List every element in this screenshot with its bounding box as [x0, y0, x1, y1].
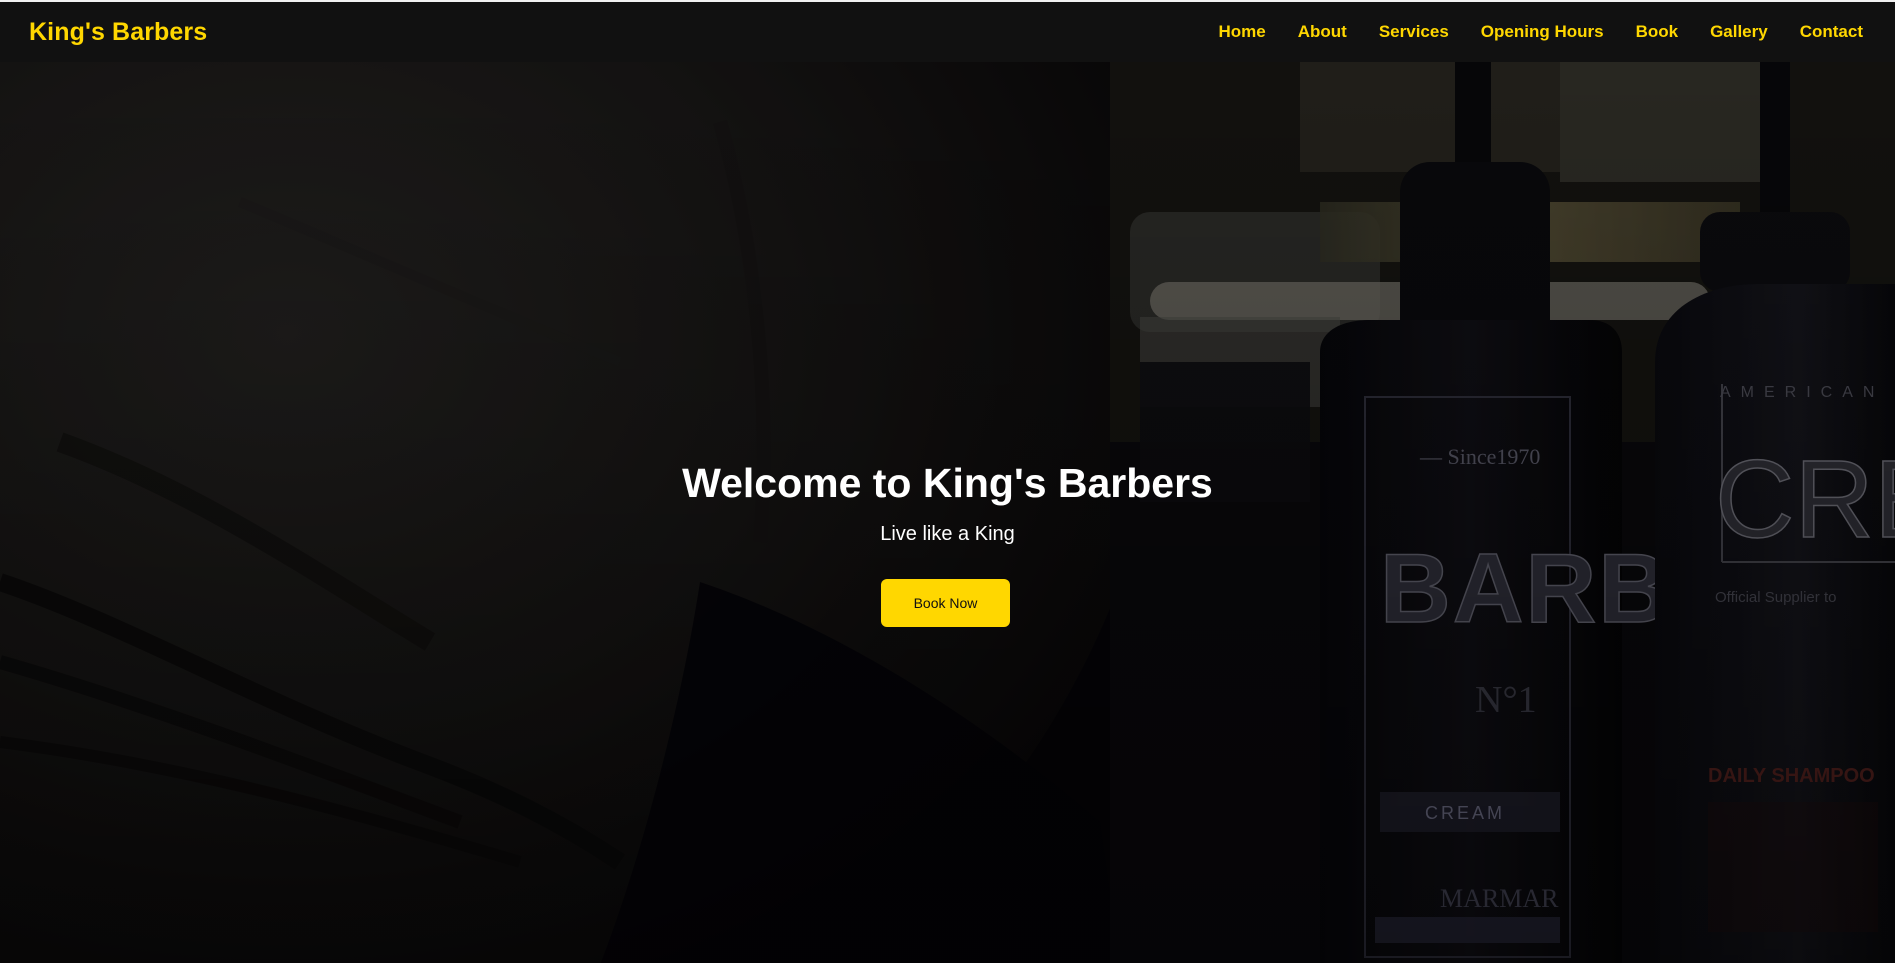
nav-link-services[interactable]: Services [1379, 22, 1449, 42]
nav-link-book[interactable]: Book [1636, 22, 1679, 42]
hero-section: — Since1970 BARB N°1 CREAM MARMAR AMERIC… [0, 62, 1895, 963]
brand-logo-link[interactable]: King's Barbers [29, 18, 207, 47]
nav-link-opening-hours[interactable]: Opening Hours [1481, 22, 1604, 42]
page-frame: King's Barbers Home About Services Openi… [0, 0, 1895, 963]
book-now-button[interactable]: Book Now [881, 579, 1010, 627]
nav-link-gallery[interactable]: Gallery [1710, 22, 1768, 42]
browser-viewport: King's Barbers Home About Services Openi… [0, 0, 1895, 965]
hero-title: Welcome to King's Barbers [682, 460, 1213, 506]
hero-subtitle: Live like a King [880, 523, 1015, 545]
nav-link-about[interactable]: About [1298, 22, 1347, 42]
top-navbar: King's Barbers Home About Services Openi… [0, 2, 1895, 62]
nav-link-home[interactable]: Home [1219, 22, 1266, 42]
hero-content: Welcome to King's Barbers Live like a Ki… [0, 62, 1895, 963]
nav-links: Home About Services Opening Hours Book G… [1187, 22, 1864, 42]
nav-link-contact[interactable]: Contact [1800, 22, 1863, 42]
